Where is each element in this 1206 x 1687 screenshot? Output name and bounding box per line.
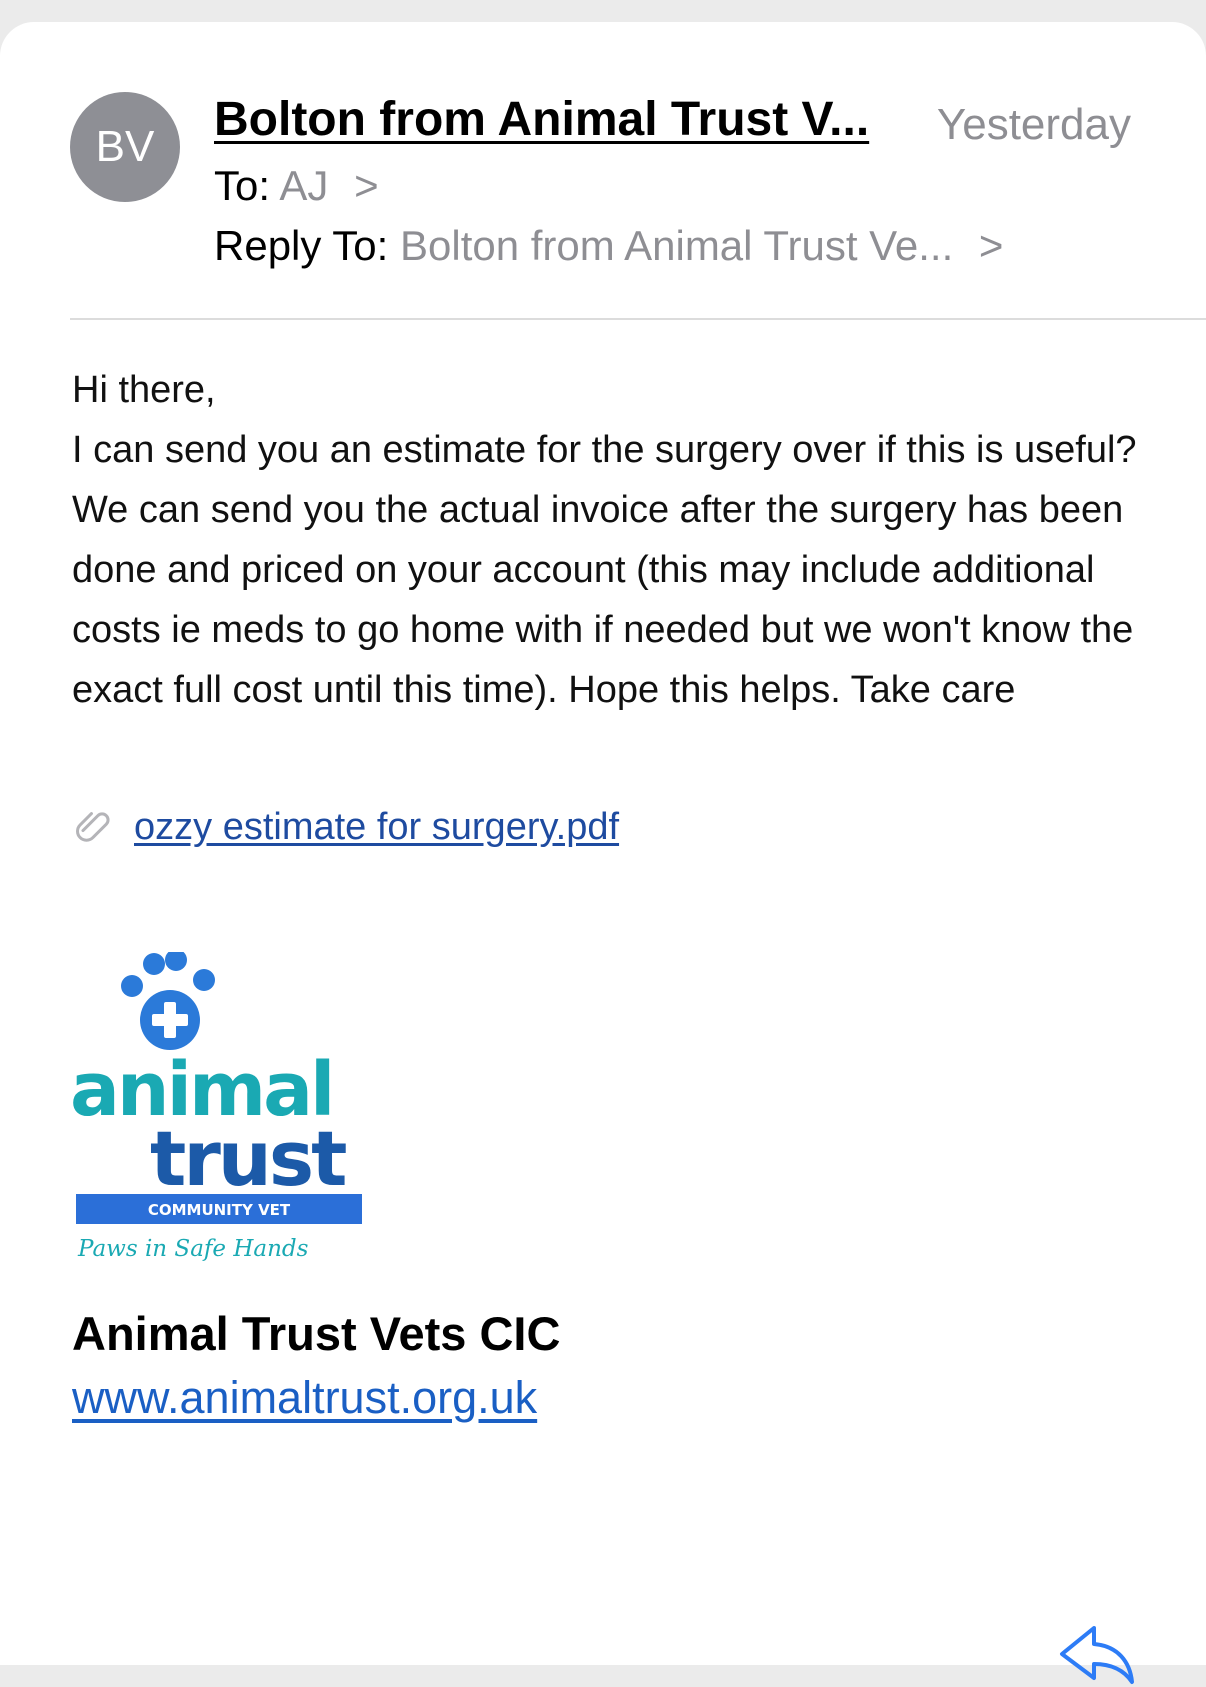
chevron-right-icon[interactable]: > (354, 162, 379, 209)
logo-banner: COMMUNITY VET (148, 1201, 291, 1219)
reply-to-value[interactable]: Bolton from Animal Trust Ve... (400, 222, 953, 269)
signature-website-link[interactable]: www.animaltrust.org.uk (72, 1372, 537, 1424)
greeting-text: Hi there, (72, 369, 216, 411)
message-text: I can send you an estimate for the surge… (72, 429, 1137, 711)
reply-to-row[interactable]: Reply To: Bolton from Animal Trust Ve...… (214, 222, 1003, 270)
attachment-link[interactable]: ozzy estimate for surgery.pdf (134, 806, 619, 849)
chevron-right-icon[interactable]: > (979, 222, 1004, 269)
sender-avatar[interactable]: BV (70, 92, 180, 202)
to-value[interactable]: AJ (279, 162, 328, 209)
attachment[interactable]: ozzy estimate for surgery.pdf (72, 804, 619, 850)
sender-name[interactable]: Bolton from Animal Trust V... (214, 92, 869, 147)
email-card: BV Bolton from Animal Trust V... Yesterd… (0, 22, 1206, 1684)
to-label: To: (214, 162, 271, 209)
animal-trust-logo: animal trust COMMUNITY VET Paws in Safe … (72, 952, 362, 1262)
header-divider (70, 318, 1206, 320)
signature-org-name: Animal Trust Vets CIC (72, 1307, 561, 1360)
logo-tagline: Paws in Safe Hands (77, 1236, 309, 1262)
email-body: Hi there, I can send you an estimate for… (72, 360, 1152, 720)
reply-to-label: Reply To: (214, 222, 389, 269)
paperclip-icon (76, 812, 110, 842)
reply-arrow-icon[interactable] (1056, 1622, 1136, 1687)
logo-word-trust: trust (150, 1114, 346, 1203)
to-row[interactable]: To: AJ > (214, 162, 379, 210)
email-date: Yesterday (936, 100, 1131, 149)
